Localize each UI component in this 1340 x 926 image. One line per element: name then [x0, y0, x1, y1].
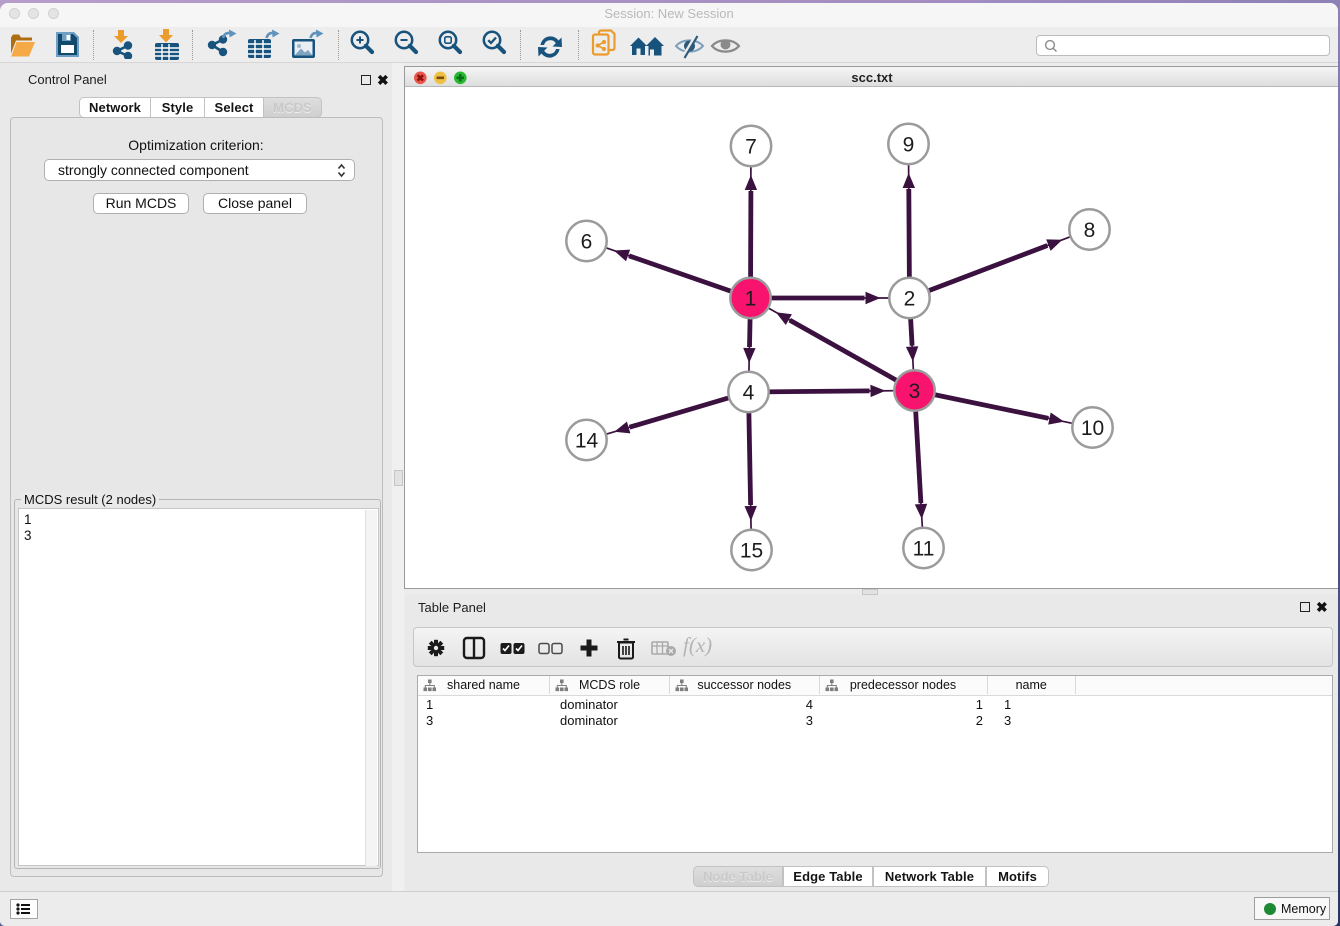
svg-text:8: 8 [1084, 219, 1096, 242]
svg-text:1: 1 [745, 288, 757, 311]
svg-text:10: 10 [1081, 417, 1104, 440]
svg-text:4: 4 [743, 382, 755, 405]
svg-text:9: 9 [903, 134, 915, 157]
svg-text:14: 14 [575, 430, 599, 453]
svg-text:7: 7 [745, 136, 757, 159]
svg-text:15: 15 [740, 540, 763, 563]
svg-text:3: 3 [909, 380, 921, 403]
svg-text:2: 2 [904, 288, 916, 311]
svg-text:6: 6 [581, 231, 593, 254]
svg-text:11: 11 [913, 538, 935, 561]
